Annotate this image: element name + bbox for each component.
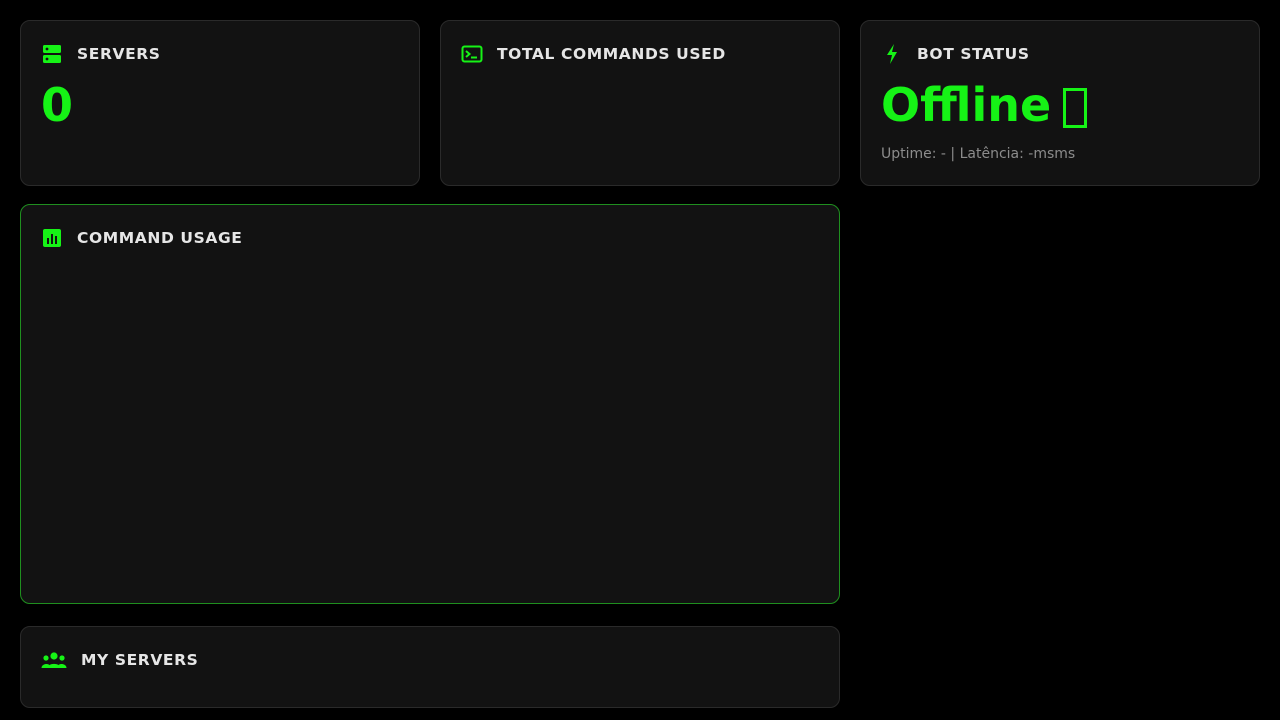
command-usage-card-header: COMMAND USAGE (41, 227, 243, 249)
users-icon (41, 649, 67, 671)
bot-status-text: Offline (881, 78, 1052, 132)
server-icon (41, 43, 63, 65)
bot-status-value: Offline (881, 77, 1088, 133)
uptime-latency-text: Uptime: - | Latência: -msms (881, 146, 1076, 162)
lightning-icon (881, 43, 903, 65)
terminal-icon (461, 43, 483, 65)
command-usage-card-title: COMMAND USAGE (77, 229, 243, 247)
my-servers-card: MY SERVERS (20, 626, 840, 708)
total-commands-card-title: TOTAL COMMANDS USED (497, 45, 726, 63)
total-commands-card: TOTAL COMMANDS USED (440, 20, 840, 186)
my-servers-card-header: MY SERVERS (41, 649, 198, 671)
bot-status-card: BOT STATUS Offline Uptime: - | Latência:… (860, 20, 1260, 186)
status-indicator-icon (1063, 88, 1088, 128)
command-usage-card: COMMAND USAGE (20, 204, 840, 604)
bot-status-card-header: BOT STATUS (881, 43, 1030, 65)
servers-card: SERVERS 0 (20, 20, 420, 186)
bot-status-card-title: BOT STATUS (917, 45, 1030, 63)
servers-card-title: SERVERS (77, 45, 161, 63)
total-commands-card-header: TOTAL COMMANDS USED (461, 43, 726, 65)
bar-chart-icon (41, 227, 63, 249)
my-servers-card-title: MY SERVERS (81, 651, 199, 669)
servers-card-header: SERVERS (41, 43, 161, 65)
servers-count: 0 (41, 78, 73, 132)
